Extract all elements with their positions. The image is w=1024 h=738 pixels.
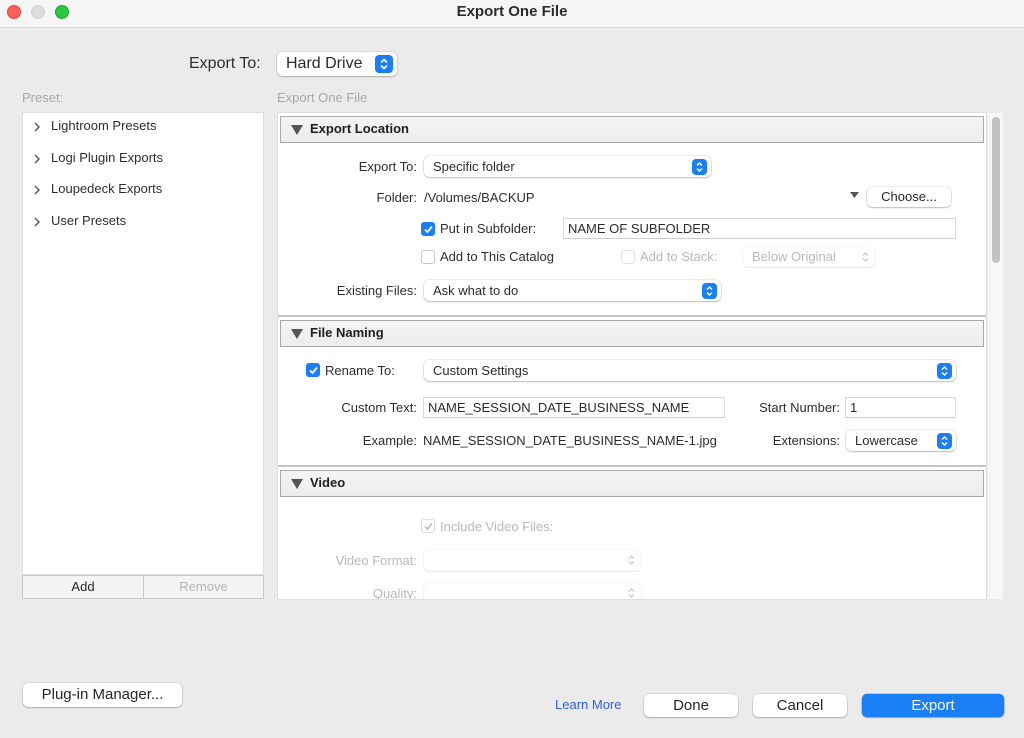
preset-header: Preset: [22,90,64,105]
learn-more-link[interactable]: Learn More [555,697,621,712]
add-to-stack-dropdown[interactable]: Below Original [743,247,875,267]
export-to-label: Export To: [189,55,261,72]
section-title: Video [310,475,346,490]
checkmark-icon [424,522,433,531]
add-to-catalog-checkbox[interactable] [421,250,435,264]
settings-header: Export One File [277,90,368,105]
preset-item-label: Logi Plugin Exports [51,150,164,165]
export-to-location-value: Specific folder [433,159,515,174]
start-number-label: Start Number: [759,400,840,415]
folder-path: /Volumes/BACKUP [424,190,535,205]
plugin-manager-button[interactable]: Plug-in Manager... [23,683,182,707]
section-divider [278,465,986,467]
dropdown-stepper-icon [375,55,393,73]
settings-panel: Export Location Export To: Specific fold… [277,112,987,600]
export-to-location-dropdown[interactable]: Specific folder [424,156,711,177]
section-title: File Naming [310,325,384,340]
include-video-label: Include Video Files: [440,519,554,534]
existing-files-dropdown[interactable]: Ask what to do [424,280,721,301]
export-to-label: Export To: [358,159,417,174]
video-format-label: Video Format: [335,553,417,568]
checkmark-icon [309,366,318,375]
custom-text-label: Custom Text: [341,400,417,415]
add-to-stack-label: Add to Stack: [640,249,718,264]
extensions-label: Extensions: [772,433,840,448]
export-to-value: Hard Drive [286,55,363,72]
dropdown-stepper-icon [628,555,635,565]
scrollbar-thumb[interactable] [992,117,1000,263]
add-to-stack-value: Below Original [752,249,836,264]
rename-to-label: Rename To: [325,363,395,378]
rename-to-checkbox[interactable] [306,363,320,377]
recent-folders-dropdown-icon[interactable] [850,192,859,198]
rename-to-dropdown[interactable]: Custom Settings [424,360,956,381]
remove-preset-button[interactable]: Remove [143,575,264,599]
disclosure-triangle-icon [291,479,303,489]
dropdown-stepper-icon [937,433,952,449]
dropdown-stepper-icon [692,159,707,175]
section-title: Export Location [310,121,409,136]
settings-scrollbar[interactable] [987,112,1004,600]
subfolder-name-input[interactable]: NAME OF SUBFOLDER [563,218,956,239]
done-button[interactable]: Done [644,694,738,717]
add-to-catalog-label: Add to This Catalog [440,249,554,264]
quality-label: Quality: [372,586,417,600]
example-filename: NAME_SESSION_DATE_BUSINESS_NAME-1.jpg [423,433,717,448]
preset-item-label: User Presets [51,213,127,228]
put-in-subfolder-checkbox[interactable] [421,222,435,236]
video-format-dropdown[interactable] [424,550,641,571]
existing-files-value: Ask what to do [433,283,519,298]
dropdown-stepper-icon [628,588,635,598]
extensions-dropdown[interactable]: Lowercase [846,430,956,451]
chevron-right-icon [34,154,40,164]
disclosure-triangle-icon [291,329,303,339]
include-video-checkbox[interactable] [421,519,435,533]
title-bar: Export One File [0,0,1024,28]
section-divider [278,315,986,317]
add-preset-button[interactable]: Add [22,575,144,599]
preset-item-label: Lightroom Presets [51,118,157,133]
section-file-naming[interactable]: File Naming [280,320,984,347]
example-label: Example: [362,433,417,448]
add-to-stack-checkbox[interactable] [621,250,635,264]
preset-list: Lightroom Presets Logi Plugin Exports Lo… [22,112,264,575]
dropdown-stepper-icon [937,363,952,379]
section-video[interactable]: Video [280,470,984,497]
disclosure-triangle-icon [291,125,303,135]
extensions-value: Lowercase [855,433,918,448]
section-export-location[interactable]: Export Location [280,116,984,143]
custom-text-input[interactable]: NAME_SESSION_DATE_BUSINESS_NAME [423,397,725,418]
dropdown-stepper-icon [702,283,717,299]
rename-to-value: Custom Settings [433,363,529,378]
existing-files-label: Existing Files: [336,283,417,298]
cancel-button[interactable]: Cancel [753,694,847,717]
preset-item-label: Loupedeck Exports [51,181,163,196]
export-to-dropdown[interactable]: Hard Drive [277,52,397,76]
folder-label: Folder: [376,190,417,205]
checkmark-icon [424,225,433,234]
start-number-input[interactable]: 1 [845,397,956,418]
chevron-right-icon [34,217,40,227]
export-button[interactable]: Export [862,694,1004,717]
quality-dropdown[interactable] [424,583,641,599]
put-in-subfolder-label: Put in Subfolder: [440,221,537,236]
choose-folder-button[interactable]: Choose... [867,187,951,207]
chevron-right-icon [34,185,40,195]
dropdown-stepper-icon [862,252,869,262]
chevron-right-icon [34,122,40,132]
window-title: Export One File [456,3,568,20]
